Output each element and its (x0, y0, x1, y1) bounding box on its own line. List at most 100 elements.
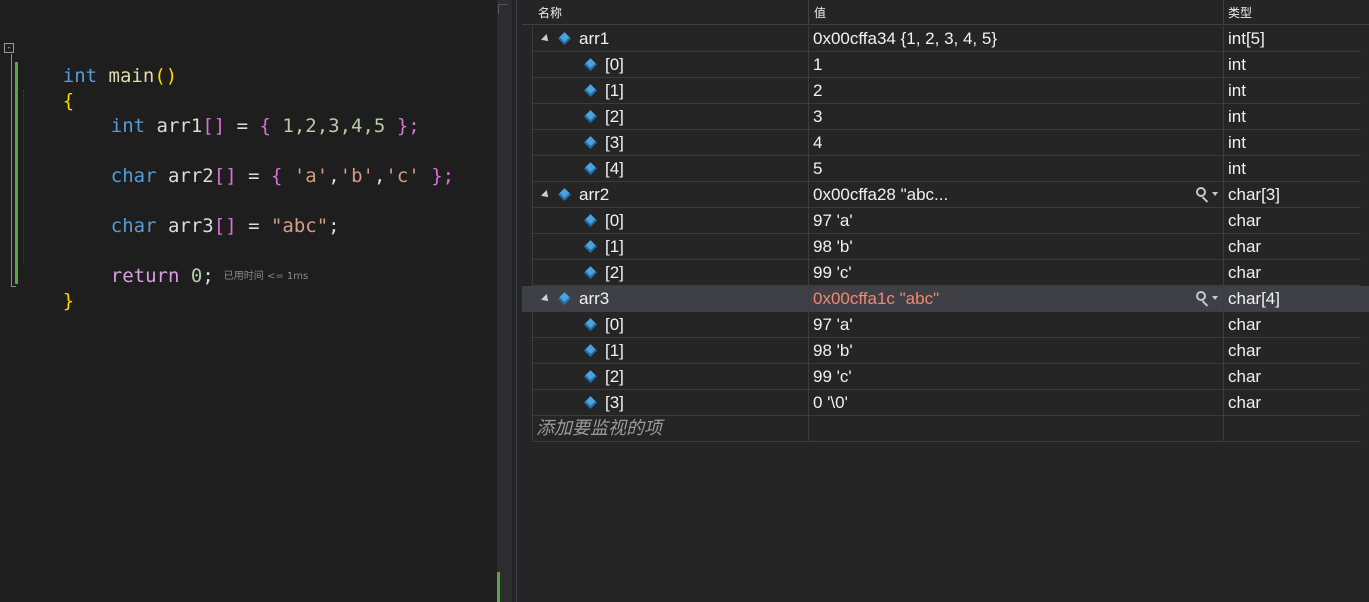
watch-name-cell[interactable]: [1] (522, 234, 808, 260)
watch-value[interactable]: 97 'a' (808, 312, 1223, 338)
init-close: }; (385, 115, 420, 137)
watch-value[interactable]: 5 (808, 156, 1223, 182)
watch-row[interactable]: [2] 99 'c' char (522, 364, 1369, 390)
watch-value[interactable]: 2 (808, 78, 1223, 104)
semicolon: ; (328, 215, 340, 237)
watch-row[interactable]: [0] 1 int (522, 52, 1369, 78)
column-header-type[interactable]: 类型 (1222, 0, 1252, 25)
variable-icon (584, 214, 597, 227)
watch-value[interactable]: 97 'a' (808, 208, 1223, 234)
add-watch-row[interactable]: 添加要监视的项 (522, 416, 1369, 442)
fold-guide-end (11, 286, 16, 287)
column-header-value[interactable]: 值 (808, 0, 826, 25)
watch-row[interactable]: [4] 5 int (522, 156, 1369, 182)
identifier-arr3: arr3 (167, 215, 214, 237)
assign-op: = (236, 215, 271, 237)
watch-value[interactable]: 99 'c' (808, 364, 1223, 390)
code-editor[interactable]: - int main() { int arr1[] = { 1,2,3,4,5 … (0, 0, 497, 602)
watch-name-cell[interactable]: [2] (522, 260, 808, 286)
char-literal-a: 'a' (293, 165, 329, 187)
watch-name-cell[interactable]: [2] (522, 364, 808, 390)
watch-window[interactable]: 名称 值 类型 arr1 0x00cffa34 {1, 2, 3, 4, 5} in… (522, 0, 1369, 602)
watch-type: char (1228, 341, 1262, 360)
watch-value[interactable]: 99 'c' (808, 260, 1223, 286)
watch-name: [0] (605, 211, 624, 230)
code-line-open-brace[interactable]: { (17, 62, 74, 112)
add-watch-input[interactable]: 添加要监视的项 (536, 416, 662, 442)
watch-name: [1] (605, 341, 624, 360)
watch-name-cell[interactable]: [4] (522, 156, 808, 182)
keyword-return: return (110, 265, 180, 287)
text-visualizer-icon[interactable] (1196, 187, 1210, 203)
watch-name: [2] (605, 107, 624, 126)
code-line-arr1[interactable]: int arr1[] = { 1,2,3,4,5 }; (65, 87, 420, 137)
collapse-toggle-icon[interactable]: - (4, 43, 14, 53)
watch-row[interactable]: arr1 0x00cffa34 {1, 2, 3, 4, 5} int[5] (522, 26, 1369, 52)
pane-splitter[interactable] (497, 0, 522, 602)
watch-value[interactable]: 4 (808, 130, 1223, 156)
close-brace: } (62, 290, 75, 312)
code-line-return[interactable]: return 0; 已用时间 <= 1ms (65, 237, 308, 287)
expand-collapse-icon[interactable] (541, 294, 551, 304)
watch-name-cell[interactable]: arr2 (522, 182, 808, 208)
watch-row[interactable]: [3] 4 int (522, 130, 1369, 156)
watch-row[interactable]: [2] 3 int (522, 104, 1369, 130)
watch-name-cell[interactable]: [1] (522, 338, 808, 364)
scrollbar-marker (497, 572, 500, 602)
watch-value[interactable]: 98 'b' (808, 234, 1223, 260)
watch-name: arr1 (579, 29, 610, 48)
watch-row[interactable]: [1] 98 'b' char (522, 234, 1369, 260)
watch-row[interactable]: [0] 97 'a' char (522, 312, 1369, 338)
watch-name-cell[interactable]: [3] (522, 130, 808, 156)
watch-name-cell[interactable]: [0] (522, 208, 808, 234)
watch-value[interactable]: 98 'b' (808, 338, 1223, 364)
watch-row[interactable]: [1] 2 int (522, 78, 1369, 104)
visualizer-dropdown-icon[interactable] (1212, 192, 1218, 196)
char-literal-c: 'c' (385, 165, 420, 187)
comma: , (328, 165, 340, 187)
watch-row[interactable]: [1] 98 'b' char (522, 338, 1369, 364)
watch-name: [3] (605, 133, 624, 152)
watch-row[interactable]: arr3 0x00cffa1c "abc" char[4] (522, 286, 1369, 312)
watch-value[interactable]: 0 '\0' (808, 390, 1223, 416)
watch-value[interactable]: 1 (808, 52, 1223, 78)
init-open: { (270, 165, 294, 187)
variable-icon (584, 110, 597, 123)
code-line-arr3[interactable]: char arr3[] = "abc"; (65, 187, 340, 237)
code-line-close-brace[interactable]: } (17, 262, 74, 312)
watch-row[interactable]: [0] 97 'a' char (522, 208, 1369, 234)
brackets: [] (213, 165, 237, 187)
watch-value[interactable]: 0x00cffa28 "abc... (808, 182, 1223, 208)
watch-name-cell[interactable]: arr1 (522, 26, 808, 52)
column-separator (808, 416, 809, 442)
semicolon: ; (202, 265, 214, 287)
watch-row[interactable]: arr2 0x00cffa28 "abc... char[3] (522, 182, 1369, 208)
watch-name-cell[interactable]: [2] (522, 104, 808, 130)
column-header-name[interactable]: 名称 (532, 0, 562, 25)
watch-value[interactable]: 0x00cffa34 {1, 2, 3, 4, 5} (808, 26, 1223, 52)
watch-name-cell[interactable]: [3] (522, 390, 808, 416)
splitter-divider[interactable] (516, 0, 517, 602)
watch-value[interactable]: 0x00cffa1c "abc" (808, 286, 1223, 312)
editor-scrollbar[interactable] (497, 0, 512, 602)
watch-value[interactable]: 3 (808, 104, 1223, 130)
code-line-arr2[interactable]: char arr2[] = { 'a','b','c' }; (65, 137, 454, 187)
text-visualizer-icon[interactable] (1196, 291, 1210, 307)
watch-row[interactable]: [2] 99 'c' char (522, 260, 1369, 286)
perf-tip[interactable]: 已用时间 <= 1ms (224, 271, 308, 282)
watch-type: int[5] (1228, 29, 1265, 48)
watch-row[interactable]: [3] 0 '\0' char (522, 390, 1369, 416)
expand-collapse-icon[interactable] (541, 34, 551, 44)
code-line-signature[interactable]: int main() (17, 37, 177, 87)
identifier-arr1: arr1 (156, 115, 203, 137)
watch-name: [4] (605, 159, 624, 178)
comma: , (373, 165, 386, 187)
watch-name-cell[interactable]: [0] (522, 52, 808, 78)
visualizer-dropdown-icon[interactable] (1212, 296, 1218, 300)
watch-name-cell[interactable]: [0] (522, 312, 808, 338)
expand-collapse-icon[interactable] (541, 190, 551, 200)
char-literal-b: 'b' (339, 165, 374, 187)
watch-name-cell[interactable]: [1] (522, 78, 808, 104)
watch-name-cell[interactable]: arr3 (522, 286, 808, 312)
watch-type: int (1228, 55, 1246, 74)
